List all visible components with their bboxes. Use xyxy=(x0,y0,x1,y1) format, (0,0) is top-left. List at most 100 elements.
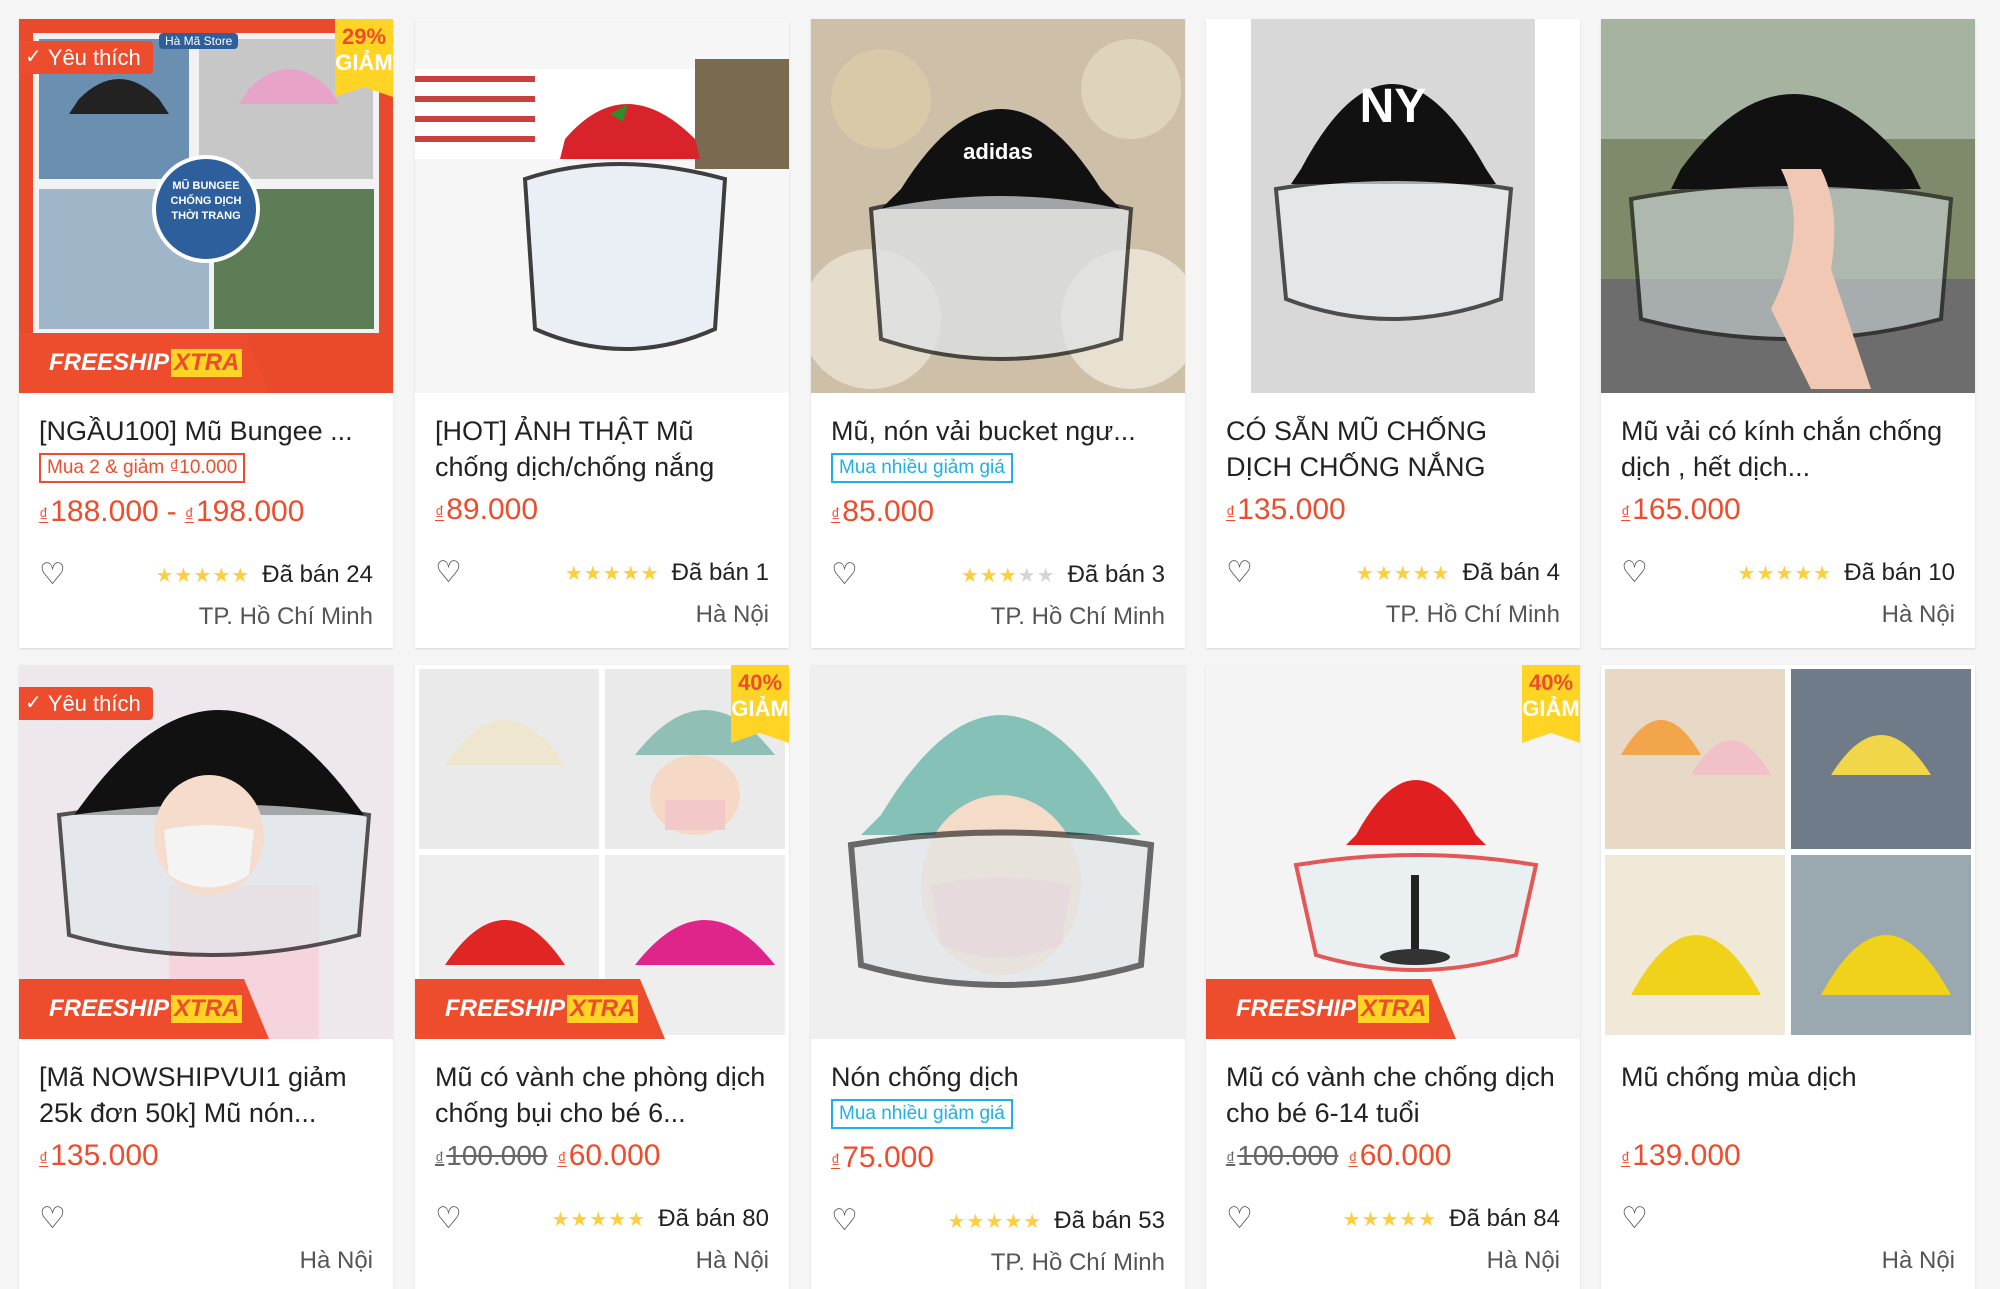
star-icon: ★ xyxy=(564,562,584,585)
product-image[interactable] xyxy=(1601,665,1975,1039)
currency-symbol: ₫ xyxy=(39,1149,49,1169)
heart-icon[interactable]: ♡ xyxy=(39,560,66,590)
currency-symbol: ₫ xyxy=(557,1149,567,1169)
product-card[interactable]: Mũ chống mùa dịch ₫ 139.000 ♡ Hà Nội xyxy=(1601,665,1975,1289)
freeship-xtra-banner: FREESHIP XTRA xyxy=(1206,979,1456,1039)
product-card[interactable]: ✓ Yêu thích FREESHIP XTRA [Mã NOWSHIPVUI1 gi… xyxy=(19,665,393,1289)
heart-icon[interactable]: ♡ xyxy=(435,558,462,588)
product-card[interactable]: Mũ vải có kính chắn chống dịch , hết dịc… xyxy=(1601,19,1975,648)
heart-icon[interactable]: ♡ xyxy=(1226,1204,1253,1234)
star-icon: ★ xyxy=(608,1208,628,1231)
price-row: ₫100.000 ₫ 60.000 xyxy=(435,1139,769,1179)
freeship-text: FREESHIP xyxy=(49,995,170,1022)
price-row: ₫100.000 ₫ 60.000 xyxy=(1226,1139,1560,1179)
star-icon: ★ xyxy=(1023,1210,1043,1233)
star-icon: ★ xyxy=(231,564,251,587)
product-title[interactable]: CÓ SẴN MŨ CHỐNG DỊCH CHỐNG NẮNG xyxy=(1226,413,1560,485)
product-image[interactable]: Hà Mã Store MŨ BUNGEE CHỐNG DỊCH THỜI TRA… xyxy=(19,19,393,393)
product-image[interactable]: adidas xyxy=(811,19,1185,393)
heart-icon[interactable]: ♡ xyxy=(831,1206,858,1236)
product-title[interactable]: Mũ vải có kính chắn chống dịch , hết dịc… xyxy=(1621,413,1955,485)
product-stats: ♡ ★★★★★ Đã bán 24 xyxy=(39,557,373,593)
heart-icon[interactable]: ♡ xyxy=(435,1204,462,1234)
sold-count: Đã bán 24 xyxy=(262,561,373,588)
star-icon: ★ xyxy=(1393,562,1413,585)
product-card[interactable]: NY CÓ SẴN MŨ CHỐNG DỊCH CHỐNG NẮNG ₫ 135.00… xyxy=(1206,19,1580,648)
star-icon: ★ xyxy=(1794,562,1814,585)
xtra-text: XTRA xyxy=(1358,995,1430,1023)
heart-icon[interactable]: ♡ xyxy=(1621,558,1648,588)
product-image[interactable]: NY xyxy=(1206,19,1580,393)
favorite-label: Yêu thích xyxy=(47,691,141,716)
sold-count: Đã bán 4 xyxy=(1462,559,1560,586)
seller-location: TP. Hồ Chí Minh xyxy=(1385,601,1560,628)
product-photo xyxy=(811,665,1185,1039)
sold-count: Đã bán 84 xyxy=(1449,1205,1560,1232)
original-price: ₫100.000 xyxy=(1226,1140,1338,1172)
product-title[interactable]: [Mã NOWSHIPVUI1 giảm 25k đơn 50k] Mũ nón… xyxy=(39,1059,373,1131)
star-icon: ★ xyxy=(960,564,980,587)
xtra-text: XTRA xyxy=(171,995,243,1023)
product-title[interactable]: Mũ có vành che chống dịch cho bé 6-14 tu… xyxy=(1226,1059,1560,1131)
heart-icon[interactable]: ♡ xyxy=(831,560,858,590)
image-badge-text: MŨ BUNGEE CHỐNG DỊCH THỜI TRANG xyxy=(170,180,242,222)
product-image[interactable] xyxy=(415,19,789,393)
product-card[interactable]: 40% GIẢM FREESHIP XTRA Mũ có vành che phòng … xyxy=(415,665,789,1289)
product-card[interactable]: Nón chống dịch Mua nhiều giảm giá ₫ 75.000 ♡… xyxy=(811,665,1185,1289)
product-image[interactable]: 40% GIẢM FREESHIP XTRA xyxy=(1206,665,1580,1039)
price-max-value: 198.000 xyxy=(195,495,305,528)
freeship-xtra-banner: FREESHIP XTRA xyxy=(19,979,269,1039)
product-card[interactable]: [HOT] ẢNH THẬT Mũ chống dịch/chống nắng ₫… xyxy=(415,19,789,648)
rating-stars: ★★★★★ xyxy=(565,561,660,586)
brand-logo-text: NY xyxy=(1359,80,1427,133)
product-card[interactable]: Hà Mã Store MŨ BUNGEE CHỐNG DỊCH THỜI TRA… xyxy=(19,19,393,648)
price-row: ₫ 135.000 xyxy=(39,1139,373,1179)
product-title[interactable]: Mũ, nón vải bucket ngư... xyxy=(831,413,1165,449)
product-photo xyxy=(1601,665,1975,1039)
discount-percent: 40% xyxy=(737,670,783,695)
star-icon: ★ xyxy=(1361,1208,1381,1231)
product-title[interactable]: Nón chống dịch xyxy=(831,1059,1165,1095)
original-price-value: 100.000 xyxy=(446,1140,548,1171)
star-icon: ★ xyxy=(155,564,175,587)
rating-stars: ★★★★★ xyxy=(1738,561,1833,586)
star-icon: ★ xyxy=(985,1210,1005,1233)
star-icon: ★ xyxy=(998,564,1018,587)
star-icon: ★ xyxy=(1775,562,1795,585)
product-image[interactable]: 40% GIẢM FREESHIP XTRA xyxy=(415,665,789,1039)
product-image[interactable]: ✓ Yêu thích FREESHIP XTRA xyxy=(19,665,393,1039)
product-stats: ♡ ★★★★★ Đã bán 1 xyxy=(435,555,769,591)
star-icon: ★ xyxy=(1380,1208,1400,1231)
product-title[interactable]: [HOT] ẢNH THẬT Mũ chống dịch/chống nắng xyxy=(435,413,769,485)
seller-location: Hà Nội xyxy=(695,601,769,628)
original-price: ₫100.000 xyxy=(435,1140,547,1172)
product-title[interactable]: [NGẦU100] Mũ Bungee ... xyxy=(39,413,373,449)
product-info: Nón chống dịch Mua nhiều giảm giá ₫ 75.000 ♡… xyxy=(811,1039,1185,1279)
price-row: ₫ 139.000 xyxy=(1621,1139,1955,1179)
seller-location: Hà Nội xyxy=(1881,1247,1955,1274)
product-card[interactable]: adidas Mũ, nón vải bucket ngư... Mua nhiều… xyxy=(811,19,1185,648)
product-title[interactable]: Mũ chống mùa dịch xyxy=(1621,1059,1955,1131)
heart-icon[interactable]: ♡ xyxy=(39,1204,66,1234)
rating-and-sold: ★★★★★ Đã bán 53 xyxy=(948,1207,1165,1235)
heart-icon[interactable]: ♡ xyxy=(1226,558,1253,588)
star-icon: ★ xyxy=(979,564,999,587)
promo-tag: Mua 2 & giảm ₫10.000 xyxy=(39,453,246,483)
currency-symbol: ₫ xyxy=(1621,503,1631,523)
product-image[interactable] xyxy=(1601,19,1975,393)
star-icon: ★ xyxy=(1412,562,1432,585)
check-icon: ✓ xyxy=(25,46,42,68)
favorite-badge: ✓ Yêu thích xyxy=(19,687,153,720)
rating-stars: ★★★★★ xyxy=(948,1209,1043,1234)
star-icon: ★ xyxy=(1036,564,1056,587)
heart-icon[interactable]: ♡ xyxy=(1621,1204,1648,1234)
product-photo xyxy=(1601,19,1975,393)
product-stats: ♡ xyxy=(1621,1201,1955,1237)
price-row: ₫ 75.000 xyxy=(831,1141,1165,1181)
product-card[interactable]: 40% GIẢM FREESHIP XTRA Mũ có vành che chống … xyxy=(1206,665,1580,1289)
star-icon: ★ xyxy=(583,562,603,585)
product-title[interactable]: Mũ có vành che phòng dịch chống bụi cho … xyxy=(435,1059,769,1131)
product-image[interactable] xyxy=(811,665,1185,1039)
currency-symbol: ₫ xyxy=(1226,503,1236,523)
star-icon: ★ xyxy=(1004,1210,1024,1233)
